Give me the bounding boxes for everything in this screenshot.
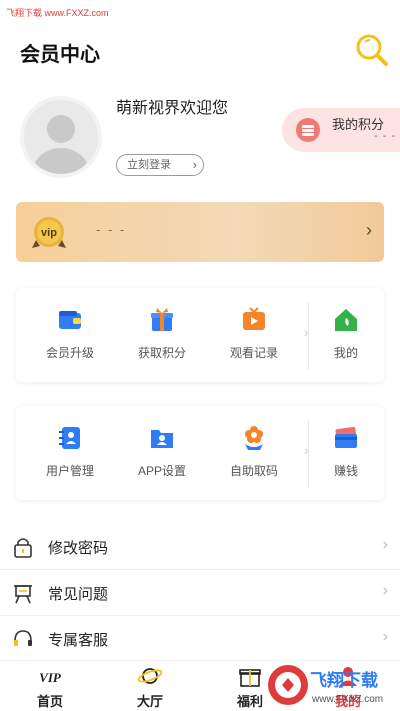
search-button[interactable] [354, 32, 390, 68]
gift-tab-icon [239, 669, 261, 687]
vip-icon: VIP [39, 670, 62, 685]
user-silhouette-icon [33, 115, 89, 174]
tv-play-icon [243, 307, 265, 330]
chevron-right-icon: › [192, 157, 197, 172]
grid-label: 自助取码 [229, 464, 278, 478]
coins-icon [296, 118, 320, 142]
grid-label: 用户管理 [45, 464, 94, 478]
flower-icon [245, 426, 263, 450]
planet-icon [137, 668, 163, 684]
search-icon [356, 34, 388, 66]
grid-item-user-management[interactable]: 用户管理 [32, 424, 108, 480]
feature-grid-2: 用户管理 APP设置 自助取码 › 赚钱 [16, 406, 384, 500]
grid-item-member-upgrade[interactable]: 会员升级 [32, 306, 108, 362]
grid-label: APP设置 [137, 464, 186, 478]
grid-label: 获取积分 [137, 346, 186, 360]
login-button[interactable]: 立刻登录 › [116, 154, 204, 176]
tab-hall[interactable]: 大厅 [120, 665, 180, 710]
menu-item-faq[interactable]: 常见问题 › [0, 570, 400, 616]
grid-label: 我的 [333, 346, 358, 360]
feature-grid-1: 会员升级 获取积分 观看记录 › 我的 [16, 288, 384, 382]
home-icon [335, 309, 357, 331]
tab-label: 大厅 [136, 694, 163, 709]
login-button-label: 立刻登录 [127, 159, 171, 171]
folder-user-icon [151, 430, 173, 448]
chevron-right-icon: › [382, 628, 388, 645]
tab-home[interactable]: VIP 首页 [20, 665, 80, 710]
menu-item-customer-service[interactable]: 专属客服 › [0, 616, 400, 662]
card-icon [335, 426, 357, 448]
gift-icon [151, 308, 173, 331]
grid-item-earn-money[interactable]: 赚钱 [308, 424, 384, 480]
watermark-logo-text: 飞翔下载 [310, 670, 378, 690]
grid-label: 会员升级 [45, 346, 94, 360]
grid-item-get-points[interactable]: 获取积分 [124, 306, 200, 362]
grid-label: 赚钱 [333, 464, 358, 478]
menu-label: 修改密码 [48, 540, 109, 557]
chevron-right-icon: › [382, 536, 388, 553]
header: 会员中心 [0, 32, 400, 72]
grid-label: 观看记录 [229, 346, 278, 360]
vip-banner[interactable]: vip - - - › [16, 202, 384, 262]
points-value: - - - [374, 130, 397, 142]
chevron-right-icon: › [366, 220, 372, 240]
my-points-pill[interactable]: 我的积分 - - - [282, 108, 400, 152]
contacts-book-icon [59, 427, 80, 449]
watermark-text: 飞翔下载 www.FXXZ.com [6, 8, 109, 18]
menu-item-change-password[interactable]: 修改密码 › [0, 524, 400, 570]
vip-value: - - - [96, 222, 127, 237]
watermark-logo-url: www.FXXZ.com [311, 694, 383, 705]
vip-badge-icon: vip [30, 214, 68, 252]
watermark-logo: 飞翔下载 www.FXXZ.com [262, 660, 400, 711]
page-title: 会员中心 [20, 44, 100, 66]
grid-item-self-service-code[interactable]: 自助取码 [216, 424, 292, 480]
easel-icon [14, 585, 32, 604]
avatar[interactable] [20, 96, 102, 178]
vip-badge-text: vip [41, 227, 57, 239]
wallet-icon [59, 311, 81, 329]
welcome-text: 萌新视界欢迎您 [116, 100, 229, 117]
grid-item-app-settings[interactable]: APP设置 [124, 424, 200, 480]
svg-text:VIP: VIP [39, 670, 62, 685]
lock-icon [14, 538, 32, 558]
tab-label: 首页 [36, 694, 63, 709]
menu-label: 常见问题 [48, 586, 109, 603]
grid-item-mine[interactable]: 我的 [308, 306, 384, 362]
menu-label: 专属客服 [48, 632, 109, 649]
grid-item-watch-history[interactable]: 观看记录 [216, 306, 292, 362]
chevron-right-icon: › [382, 582, 388, 599]
headset-icon [14, 630, 32, 646]
